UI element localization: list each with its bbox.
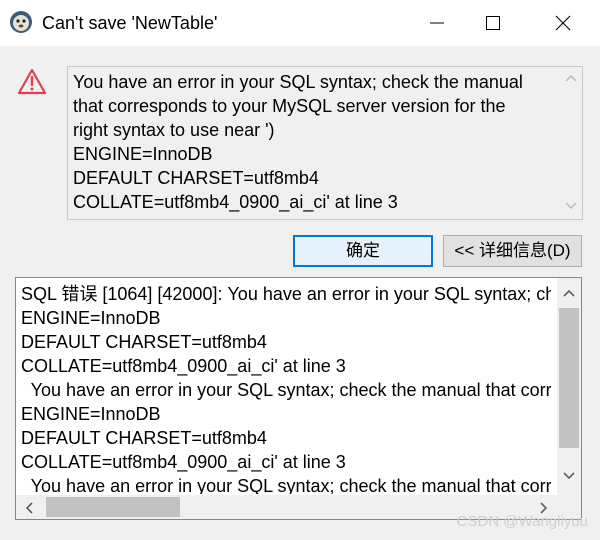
dbeaver-app-icon (10, 11, 32, 33)
horizontal-scroll-thumb[interactable] (46, 497, 180, 517)
minimize-icon (430, 22, 444, 24)
maximize-button[interactable] (470, 0, 516, 46)
error-details-text: SQL 错误 [1064] [42000]: You have an error… (21, 284, 551, 494)
details-vertical-scrollbar[interactable] (557, 278, 581, 495)
title-bar: Can't save 'NewTable' (0, 0, 600, 46)
window-title: Can't save 'NewTable' (42, 13, 218, 33)
error-details-box[interactable]: SQL 错误 [1064] [42000]: You have an error… (15, 277, 582, 520)
chevron-up-icon[interactable] (564, 73, 578, 83)
error-message-text: You have an error in your SQL syntax; ch… (73, 72, 523, 212)
warning-triangle-icon (17, 68, 47, 95)
chevron-down-icon[interactable] (564, 201, 578, 211)
vertical-scroll-thumb[interactable] (559, 308, 579, 448)
minimize-button[interactable] (414, 0, 460, 46)
chevron-up-icon[interactable] (562, 288, 576, 298)
error-message-box: You have an error in your SQL syntax; ch… (67, 66, 583, 220)
watermark: CSDN @Wangliyuu (456, 513, 588, 530)
details-button[interactable]: << 详细信息(D) (443, 235, 582, 267)
close-icon (555, 15, 571, 31)
ok-button[interactable]: 确定 (293, 235, 433, 267)
close-button[interactable] (540, 0, 586, 46)
maximize-icon (486, 16, 500, 30)
message-scrollbar[interactable] (560, 67, 582, 219)
chevron-down-icon[interactable] (562, 471, 576, 481)
chevron-left-icon[interactable] (24, 501, 34, 515)
